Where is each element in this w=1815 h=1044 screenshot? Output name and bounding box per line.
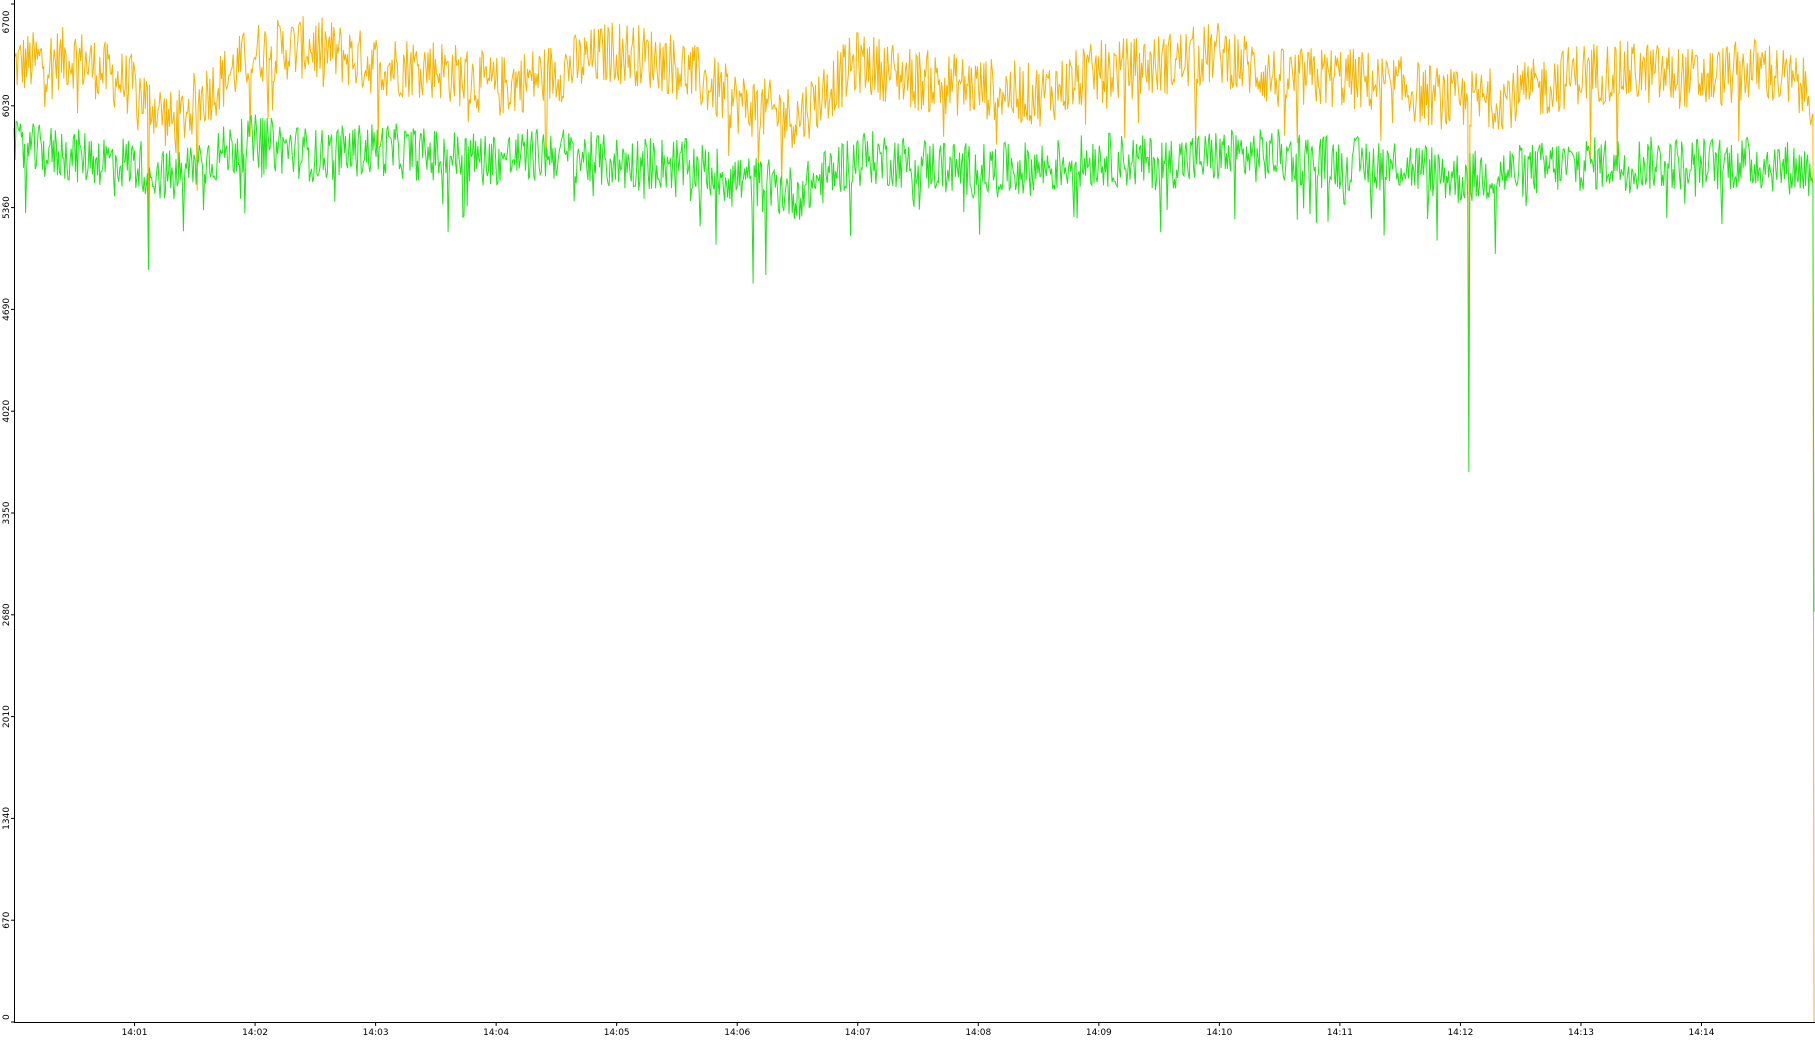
y-tick-label: 6030 [2,94,12,117]
x-tick-label: 14:04 [483,1028,509,1038]
x-tick-label: 14:05 [604,1028,630,1038]
x-tick-label: 14:10 [1206,1028,1232,1038]
y-tick-label: 670 [2,911,12,928]
y-tick-label: 2010 [2,705,12,728]
x-tick-label: 14:07 [845,1028,871,1038]
y-tick-label: 5360 [2,196,12,219]
x-tick-label: 14:14 [1689,1028,1715,1038]
series-line-green [13,114,1815,612]
y-tick-label: 2680 [2,603,12,626]
x-tick-label: 14:13 [1568,1028,1594,1038]
x-tick-label: 14:08 [965,1028,991,1038]
y-tick-label: 4020 [2,399,12,422]
y-tick-label: 0 [2,1014,12,1020]
x-tick-label: 14:06 [724,1028,750,1038]
x-axis-ticks: 14:01 14:02 14:03 14:04 14:05 14:06 14:07 14:08… [122,1022,1715,1038]
x-tick-label: 14:02 [242,1028,268,1038]
x-tick-label: 14:09 [1086,1028,1112,1038]
y-tick-label: 6700 [2,10,12,33]
y-axis-ticks: 0 670 1340 2010 2680 3350 4020 4690 5360 6030 6700 [2,3,14,1023]
x-tick-label: 14:11 [1327,1028,1353,1038]
x-tick-label: 14:01 [122,1028,148,1038]
series-layer [13,15,1815,1023]
y-tick-label: 4690 [2,298,12,321]
x-tick-label: 14:03 [363,1028,389,1038]
y-tick-label: 1340 [2,807,12,830]
line-chart: 0 670 1340 2010 2680 3350 4020 4690 5360 6030 6700… [2,0,1815,1038]
y-tick-label: 3350 [2,501,12,524]
chart: 0 670 1340 2010 2680 3350 4020 4690 5360 6030 6700… [0,0,1815,1039]
x-tick-label: 14:12 [1447,1028,1473,1038]
